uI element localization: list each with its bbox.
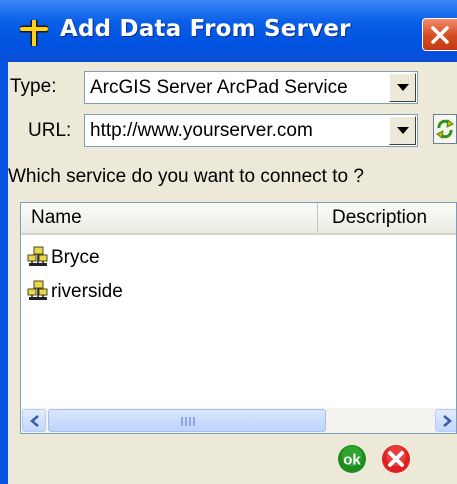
url-input[interactable]: http://www.yourserver.com (84, 114, 418, 147)
grip-icon (181, 417, 195, 426)
column-header-name[interactable]: Name (21, 203, 318, 233)
url-input-value: http://www.yourserver.com (90, 120, 313, 141)
add-data-plus-icon (18, 17, 50, 49)
refresh-icon (433, 114, 457, 148)
type-dropdown-button[interactable] (389, 73, 416, 102)
scroll-right-button[interactable] (435, 409, 456, 432)
refresh-button[interactable] (433, 114, 457, 144)
type-select[interactable]: ArcGIS Server ArcPad Service (84, 71, 418, 104)
scrollbar-thumb[interactable] (48, 409, 326, 432)
service-icon (27, 246, 49, 268)
service-list[interactable]: Name Description Bryce riverside (20, 202, 457, 434)
cancel-button[interactable] (381, 444, 411, 474)
url-label: URL: (28, 120, 72, 141)
service-icon (27, 280, 49, 302)
type-label: Type: (10, 76, 57, 97)
service-name: Bryce (51, 247, 100, 268)
title-bar[interactable]: Add Data From Server (0, 0, 457, 62)
list-header: Name Description (21, 203, 456, 235)
service-question: Which service do you want to connect to … (8, 166, 364, 187)
list-item[interactable]: riverside (25, 277, 325, 307)
type-select-value: ArcGIS Server ArcPad Service (90, 77, 348, 98)
dialog-window: Add Data From Server Type: ArcGIS Server… (0, 0, 457, 484)
window-title: Add Data From Server (60, 16, 351, 42)
cancel-icon (381, 445, 411, 478)
ok-label: ok (343, 452, 361, 469)
scroll-left-button[interactable] (22, 409, 46, 432)
list-item[interactable]: Bryce (25, 243, 325, 273)
horizontal-scrollbar[interactable] (21, 408, 456, 433)
url-dropdown-button[interactable] (389, 116, 416, 145)
dialog-body: Type: ArcGIS Server ArcPad Service URL: … (8, 62, 457, 484)
column-header-description[interactable]: Description (318, 203, 456, 233)
close-button[interactable] (422, 18, 457, 51)
ok-button[interactable]: ok (337, 444, 367, 474)
service-name: riverside (51, 281, 123, 302)
